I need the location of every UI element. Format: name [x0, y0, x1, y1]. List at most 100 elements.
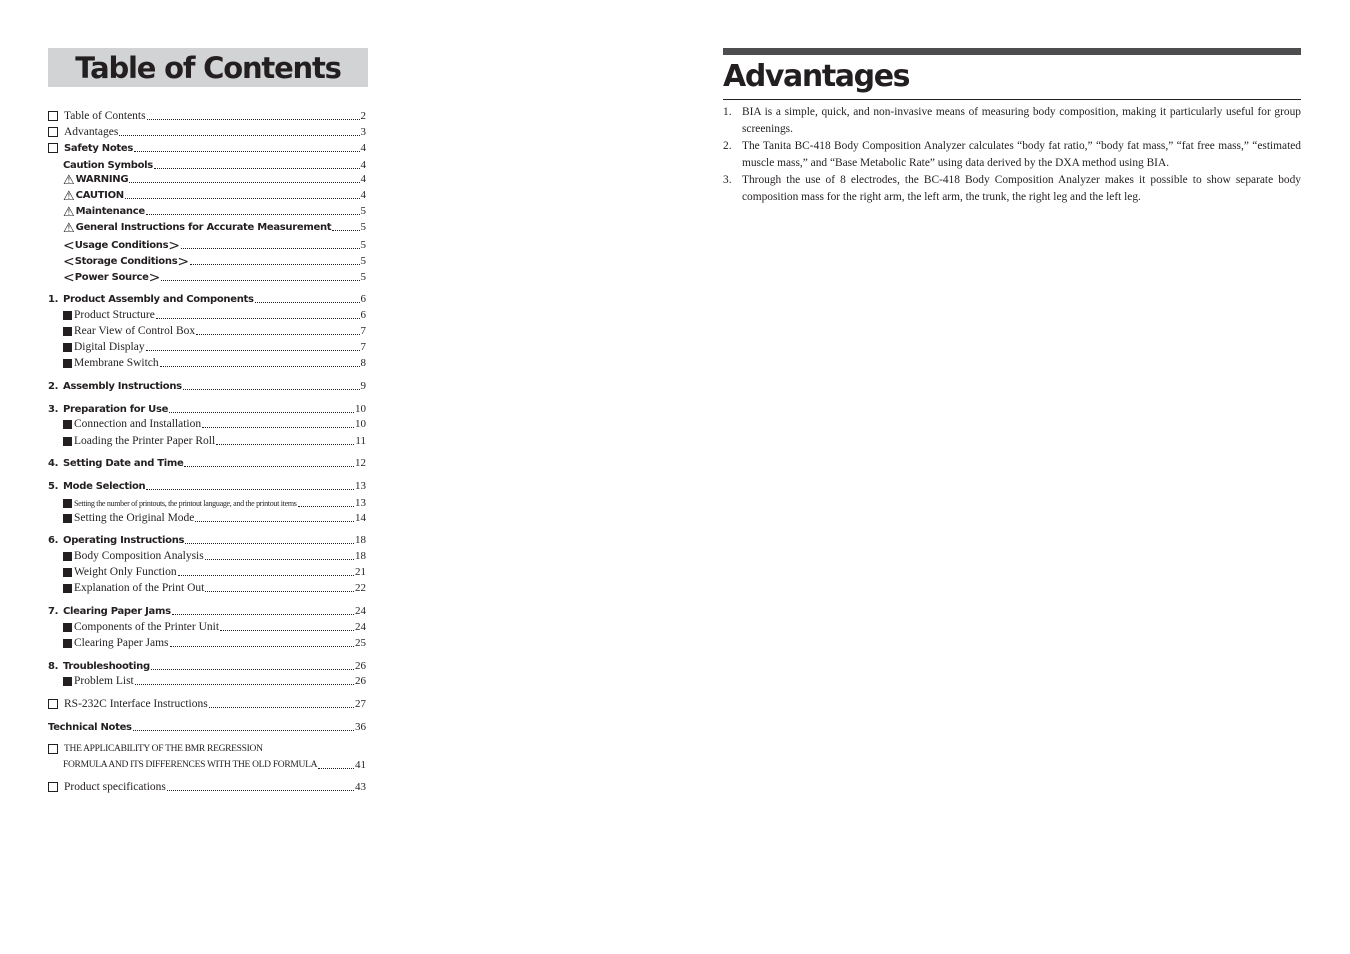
dot-leader — [146, 118, 360, 120]
toc-entry[interactable]: Technical Notes 36 — [48, 719, 366, 734]
toc-entry[interactable]: Caution Symbols 4 — [48, 157, 366, 172]
angle-left-icon: < — [63, 270, 75, 286]
toc-entry[interactable]: RS-232C Interface Instructions 27 — [48, 696, 366, 711]
toc-entry[interactable]: THE APPLICABILITY OF THE BMR REGRESSION — [48, 741, 366, 756]
toc-entry[interactable]: Safety Notes 4 — [48, 140, 366, 155]
page-number: 7 — [360, 341, 367, 353]
toc-entry[interactable]: Explanation of the Print Out 22 — [48, 580, 366, 595]
toc-entry[interactable]: Membrane Switch 8 — [48, 355, 366, 370]
angle-right-icon: > — [168, 238, 180, 254]
toc-entry[interactable]: 7. Clearing Paper Jams 24 — [48, 603, 366, 618]
toc-entry[interactable]: < Usage Conditions >5 — [48, 237, 366, 254]
toc-entry-label: Setting the number of printouts, the pri… — [74, 499, 297, 508]
page-number: 2 — [360, 110, 367, 122]
section-number: 2. — [48, 381, 59, 392]
square-bullet-icon — [63, 311, 72, 320]
toc-entry[interactable]: Advantages 3 — [48, 124, 366, 139]
warning-icon: ⚠ — [63, 220, 75, 235]
toc-entry[interactable]: ⚠ Maintenance 5 — [48, 203, 366, 218]
angle-left-icon: < — [63, 238, 75, 254]
angle-right-icon: > — [148, 270, 161, 286]
toc-entry-label: Weight Only Function — [74, 566, 177, 578]
page-number: 11 — [355, 435, 366, 447]
page-number: 26 — [355, 675, 366, 687]
toc-entry-label: Product Structure — [74, 309, 155, 321]
page-number: 4 — [360, 142, 367, 154]
page-number: 5 — [360, 255, 367, 267]
page-number: 36 — [355, 721, 366, 733]
page-number: 24 — [355, 621, 366, 633]
toc-entry[interactable]: Table of Contents 2 — [48, 108, 366, 123]
page-number: 10 — [355, 418, 366, 430]
toc-entry-label: Clearing Paper Jams — [74, 637, 169, 649]
toc-entry[interactable]: 3. Preparation for Use 10 — [48, 401, 366, 416]
toc-entry[interactable]: Problem List 26 — [48, 673, 366, 688]
checkbox-icon — [48, 782, 58, 792]
dot-leader — [153, 167, 360, 169]
toc-entry[interactable]: < Power Source >5 — [48, 269, 366, 286]
warning-icon: ⚠ — [63, 172, 75, 187]
page-number: 43 — [355, 781, 366, 793]
toc-entry-label: Loading the Printer Paper Roll — [74, 435, 216, 447]
toc-entry-label: Usage Conditions — [74, 240, 169, 251]
toc-entry[interactable]: ⚠ WARNING 4 — [48, 171, 366, 186]
square-bullet-icon — [63, 623, 72, 632]
square-bullet-icon — [63, 584, 72, 593]
square-bullet-icon — [63, 677, 72, 686]
square-bullet-icon — [63, 514, 72, 523]
toc-entry[interactable]: Weight Only Function 21 — [48, 564, 366, 579]
toc-entry[interactable]: Loading the Printer Paper Roll 11 — [48, 433, 366, 448]
section-number: 7. — [48, 606, 59, 617]
toc-entry-label: Storage Conditions — [74, 256, 178, 267]
dot-leader — [208, 706, 354, 708]
angle-left-icon: < — [63, 254, 75, 270]
page-number: 22 — [355, 582, 366, 594]
toc-entry-label: Product specifications — [64, 781, 166, 793]
page-number: 4 — [360, 189, 367, 201]
toc-entry[interactable]: 1. Product Assembly and Components 6 — [48, 291, 366, 306]
toc-entry[interactable]: Connection and Installation 10 — [48, 416, 366, 431]
toc-entry[interactable]: 4. Setting Date and Time 12 — [48, 455, 366, 470]
dot-leader — [134, 683, 354, 685]
dot-leader — [190, 263, 360, 265]
toc-entry[interactable]: Setting the Original Mode 14 — [48, 510, 366, 525]
toc-entry[interactable]: Setting the number of printouts, the pri… — [48, 495, 366, 510]
toc-entry[interactable]: FORMULA AND ITS DIFFERENCES WITH THE OLD… — [48, 757, 366, 772]
toc-entry[interactable]: Clearing Paper Jams 25 — [48, 635, 366, 650]
dot-leader — [159, 365, 360, 367]
toc-entry[interactable]: ⚠ General Instructions for Accurate Measu… — [48, 219, 366, 234]
toc-page: Table of Contents Table of Contents 2 Adva… — [48, 48, 368, 793]
toc-entry-label: Table of Contents — [64, 110, 146, 122]
toc-entry[interactable]: 6. Operating Instructions 18 — [48, 532, 366, 547]
square-bullet-icon — [63, 359, 72, 368]
square-bullet-icon — [63, 568, 72, 577]
dot-leader — [196, 333, 360, 335]
toc-entry[interactable]: Components of the Printer Unit 24 — [48, 619, 366, 634]
toc-entry[interactable]: Product specifications 43 — [48, 779, 366, 794]
dot-leader — [169, 645, 354, 647]
item-text: Through the use of 8 electrodes, the BC-… — [742, 174, 1301, 203]
toc-entry[interactable]: < Storage Conditions >5 — [48, 253, 367, 270]
section-number: 8. — [48, 661, 59, 672]
toc-entry[interactable]: 8. Troubleshooting 26 — [48, 658, 366, 673]
advantages-title: Advantages — [723, 59, 911, 94]
dot-leader — [202, 426, 354, 428]
toc-entry[interactable]: 5. Mode Selection 13 — [48, 478, 366, 493]
dot-leader — [195, 520, 354, 522]
dot-leader — [182, 388, 360, 390]
toc-entry[interactable]: 2. Assembly Instructions 9 — [48, 378, 366, 393]
toc-entry[interactable]: Product Structure 6 — [48, 307, 366, 322]
toc-entry[interactable]: ⚠ CAUTION 4 — [48, 187, 366, 202]
toc-entry[interactable]: Body Composition Analysis 18 — [48, 548, 366, 563]
toc-entry-label: Rear View of Control Box — [74, 325, 196, 337]
item-number: 1. — [723, 106, 732, 118]
dot-leader — [150, 668, 354, 670]
dot-leader — [220, 629, 354, 631]
page-number: 5 — [360, 221, 367, 233]
toc-entry[interactable]: Rear View of Control Box 7 — [48, 323, 366, 338]
page-number: 5 — [360, 205, 367, 217]
advantages-page: Advantages 1. BIA is a simple, quick, an… — [723, 48, 1301, 206]
toc-entry[interactable]: Digital Display 7 — [48, 339, 366, 354]
toc-title-box: Table of Contents — [48, 48, 368, 87]
square-bullet-icon — [63, 437, 72, 446]
